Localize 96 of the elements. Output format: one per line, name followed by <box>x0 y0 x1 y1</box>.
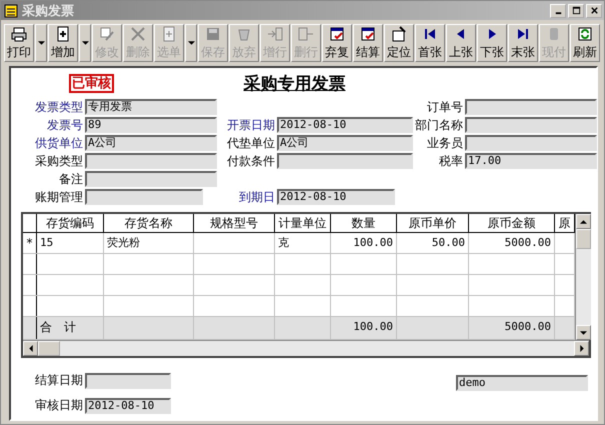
field-label: 到期日 <box>238 188 275 206</box>
field-label: 审核日期 <box>34 397 83 414</box>
toolbar-icon <box>11 26 27 42</box>
toolbar-button[interactable]: 末张 <box>508 24 538 62</box>
scrollbar-thumb[interactable] <box>576 229 591 249</box>
table-cell-text: 5000.00 <box>504 236 551 249</box>
input-field[interactable] <box>85 372 171 388</box>
field-label: 付款条件 <box>226 152 275 170</box>
total-label: 合 计 <box>37 317 104 339</box>
toolbar-icon <box>515 26 531 42</box>
toolbar-icon <box>391 26 407 42</box>
field-label: 账期管理 <box>34 188 83 206</box>
column-header: 数量 <box>331 214 397 232</box>
maximize-icon <box>572 6 580 15</box>
column-header: 存货名称 <box>104 214 194 232</box>
field-label: 部门名称 <box>415 116 463 134</box>
toolbar-button[interactable]: 结算 <box>353 24 383 62</box>
input-field[interactable] <box>85 171 217 187</box>
input-field[interactable]: A公司 <box>277 135 413 151</box>
toolbar-icon <box>298 26 314 42</box>
field-label: 供货单位 <box>34 134 83 152</box>
toolbar-icon <box>55 26 71 42</box>
dropdown-button[interactable] <box>185 24 197 62</box>
minimize-button[interactable] <box>550 4 566 18</box>
toolbar-icon <box>130 26 146 42</box>
column-header: 原币金额 <box>469 214 555 232</box>
toolbar-button[interactable]: 刷新 <box>570 24 600 62</box>
left-arrow-icon <box>28 345 32 352</box>
table-cell-text: 15 <box>40 236 54 249</box>
input-field[interactable] <box>465 135 597 151</box>
scrollbar-thumb[interactable] <box>38 341 60 356</box>
maximize-button[interactable] <box>568 4 584 18</box>
caret-icon <box>188 41 194 45</box>
total-value: 5000.00 <box>504 320 551 333</box>
field-label: 开票日期 <box>226 116 275 134</box>
dropdown-button[interactable] <box>35 24 47 62</box>
table-cell-text: 100.00 <box>353 236 393 249</box>
input-field[interactable] <box>465 117 597 133</box>
toolbar-button[interactable]: 首张 <box>415 24 445 62</box>
table-cell-text: 50.00 <box>432 236 465 249</box>
form-title: 采购专用发票 <box>244 72 346 94</box>
input-field[interactable]: 专用发票 <box>85 99 217 115</box>
caret-icon <box>82 41 88 45</box>
toolbar-button[interactable]: 下张 <box>477 24 507 62</box>
toolbar-icon <box>205 26 221 42</box>
field-label: 代垫单位 <box>226 134 275 152</box>
toolbar-button[interactable]: 弃复 <box>322 24 352 62</box>
column-header: 原币单价 <box>397 214 469 232</box>
toolbar-icon <box>577 26 593 42</box>
field-label: 税率 <box>438 152 463 170</box>
field-label: 订单号 <box>426 98 463 116</box>
window-title: 采购发票 <box>22 2 74 20</box>
field-label: 备注 <box>58 170 83 188</box>
input-field[interactable] <box>85 153 217 169</box>
total-value: 100.00 <box>353 320 393 333</box>
input-field[interactable] <box>85 189 203 205</box>
table-cell-text: 荧光粉 <box>107 236 140 249</box>
toolbar-icon <box>422 26 438 42</box>
caret-icon <box>38 41 44 45</box>
field-label: 结算日期 <box>34 372 83 389</box>
toolbar-button[interactable]: 增加 <box>48 24 78 62</box>
vertical-scrollbar[interactable] <box>575 214 591 340</box>
toolbar-icon <box>360 26 376 42</box>
input-field[interactable]: 89 <box>85 117 217 133</box>
input-field[interactable] <box>277 153 413 169</box>
input-field[interactable] <box>465 99 597 115</box>
column-header: 存货编码 <box>37 214 104 232</box>
input-field[interactable]: A公司 <box>85 135 217 151</box>
horizontal-scrollbar[interactable] <box>23 340 589 356</box>
field-label: 采购类型 <box>34 152 83 170</box>
toolbar-button[interactable]: 定位 <box>384 24 414 62</box>
toolbar-button[interactable]: 上张 <box>446 24 476 62</box>
toolbar-icon <box>267 26 283 42</box>
document-icon <box>3 2 19 18</box>
close-icon <box>590 6 598 15</box>
right-arrow-icon <box>580 345 584 352</box>
table-cell-text: 克 <box>278 236 289 249</box>
status-stamp: 已审核 <box>69 74 114 93</box>
field-label: 发票类型 <box>34 98 83 116</box>
toolbar-icon <box>329 26 345 42</box>
column-header: 计量单位 <box>275 214 331 232</box>
toolbar-icon <box>99 26 115 42</box>
input-field[interactable]: 2012-08-10 <box>277 117 413 133</box>
field-label: 业务员 <box>426 134 463 152</box>
close-button[interactable] <box>586 4 602 18</box>
field-label: 发票号 <box>46 116 83 134</box>
input-field[interactable]: 17.00 <box>465 153 597 169</box>
toolbar-icon <box>161 26 177 42</box>
input-field[interactable]: demo <box>456 375 588 391</box>
column-header: 规格型号 <box>194 214 275 232</box>
up-arrow-icon <box>580 220 587 224</box>
dropdown-button[interactable] <box>79 24 91 62</box>
toolbar-button[interactable]: 打印 <box>4 24 34 62</box>
input-field[interactable]: 2012-08-10 <box>277 189 395 205</box>
input-field[interactable]: 2012-08-10 <box>85 398 171 414</box>
down-arrow-icon <box>580 330 587 334</box>
